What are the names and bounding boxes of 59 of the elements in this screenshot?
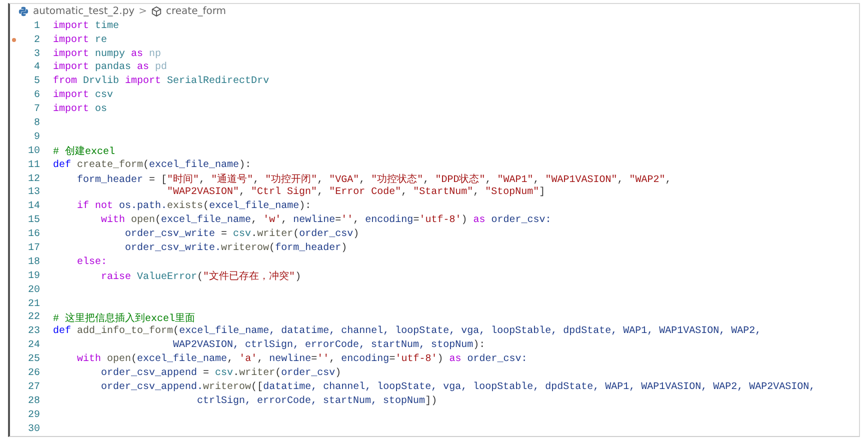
code-line: WAP2VASION, ctrlSign, errorCode, startNum, stopNum): (172, 340, 486, 352)
code-line: if not os.path.exists(excel_file_name): (76, 201, 312, 212)
line-number: 8 (32, 118, 40, 129)
line-number: 24 (26, 340, 40, 352)
line-number: 30 (26, 424, 40, 435)
breadcrumb-file[interactable]: automatic_test_2.py (33, 6, 135, 17)
code-line: def add_info_to_form(excel_file_name, datatime, channel, loopState, vga, loopStable, dpdState, WAP1, WAP1VASION, WAP2, (53, 326, 762, 338)
python-file-icon (18, 6, 29, 17)
line-number: 4 (32, 62, 40, 74)
code-line: import csv (53, 90, 114, 102)
code-line: order_csv_write.writerow(form_header) (124, 242, 348, 254)
code-line: raise ValueError("文件已存在，冲突") (100, 270, 302, 284)
line-number: 25 (26, 354, 40, 366)
line-number: 21 (26, 298, 40, 310)
line-number: 1 (32, 20, 40, 32)
code-line: else: (76, 256, 108, 268)
line-number: 11 (26, 160, 40, 171)
line-number: 23 (26, 326, 40, 338)
line-number: 6 (32, 90, 40, 102)
line-number: 12 (26, 174, 40, 185)
line-number: 19 (26, 270, 40, 282)
code-line: import re (53, 34, 108, 46)
cube-icon (150, 6, 162, 17)
line-number: 5 (32, 76, 40, 88)
line-number: 22 (26, 312, 40, 324)
code-line: import time (53, 20, 120, 32)
breadcrumb-symbol[interactable]: create_form (166, 6, 226, 17)
code-line: form_header = ["时间", "通道号", "功控开闭", "VGA", "功控状态", "DPD状态", "WAP1", "WAP1VASION", "WAP2", (76, 172, 672, 186)
code-line: with open(excel_file_name, 'w', newline='', encoding='utf-8') as order_csv: (100, 215, 552, 226)
line-number: 28 (26, 396, 40, 407)
code-line: ctrlSign, errorCode, startNum, stopNum]) (196, 396, 438, 407)
code-line: with open(excel_file_name, 'a', newline='', encoding='utf-8') as order_csv: (76, 354, 528, 366)
line-number: 16 (26, 229, 40, 240)
code-line: "WAP2VASION", "Ctrl Sign", "Error Code", "StartNum", "StopNum"] (166, 187, 546, 198)
code-line: def create_form(excel_file_name): (53, 160, 252, 171)
line-number: 13 (26, 187, 40, 198)
line-number: 2 (32, 34, 40, 46)
line-number: 10 (26, 146, 40, 157)
code-comment: # 创建excel (53, 144, 116, 158)
line-number: 3 (32, 48, 40, 60)
code-line: order_csv_append.writerow([datatime, channel, loopState, vga, loopStable, dpdState, WAP1, WAP1VASION, WAP2, WAP2VASION, (100, 382, 816, 393)
code-line: import pandas as pd (53, 62, 168, 74)
line-number: 14 (26, 201, 40, 212)
line-number: 17 (26, 242, 40, 254)
line-number: 27 (26, 382, 40, 393)
line-number: 9 (32, 132, 40, 143)
code-line: from Drvlib import SerialRedirectDrv (53, 76, 270, 88)
code-line: import numpy as np (53, 48, 162, 60)
line-number: 7 (32, 104, 40, 116)
breadcrumb-separator: > (138, 6, 147, 17)
line-number: 29 (26, 410, 40, 421)
code-line: order_csv_write = csv.writer(order_csv) (124, 229, 360, 240)
code-line: order_csv_append = csv.writer(order_csv) (100, 368, 342, 379)
line-number: 26 (26, 368, 40, 379)
code-line: import os (53, 104, 108, 116)
line-number: 18 (26, 256, 40, 268)
code-comment: # 这里把信息插入到excel里面 (53, 312, 196, 325)
line-number: 20 (26, 284, 40, 296)
line-number: 15 (26, 215, 40, 226)
